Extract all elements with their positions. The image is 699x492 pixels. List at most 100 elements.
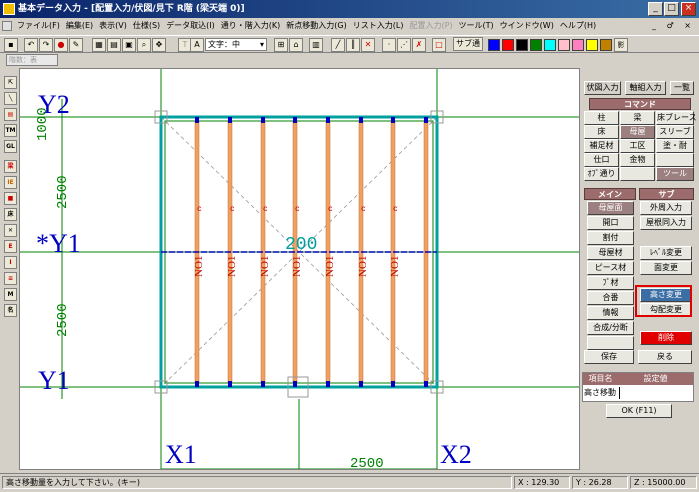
undo-icon[interactable]: ↶ [24, 38, 38, 52]
tool-m-icon[interactable]: M [4, 288, 17, 301]
save-button[interactable]: 保存 [584, 350, 634, 364]
hatch-icon[interactable]: ║ [346, 38, 360, 52]
cmd-floor-brace[interactable]: 床ブレース [656, 111, 697, 125]
tool-floor-icon[interactable]: 床 [4, 208, 17, 221]
preview-icon[interactable]: ▣ [122, 38, 136, 52]
shadow-icon[interactable]: 影 [614, 38, 628, 52]
cmd-sub-grid[interactable]: ｵﾌﾞ通り [584, 167, 619, 181]
tool-gl-icon[interactable]: GL [4, 140, 17, 153]
menu-place-input[interactable]: 配置入力(P) [406, 18, 455, 34]
plan-input-button[interactable]: 伏図入力 [584, 81, 621, 95]
minimize-button[interactable]: _ [648, 2, 663, 16]
color-swatch-red[interactable] [502, 39, 514, 51]
layer-select[interactable]: 階数：表 [6, 54, 58, 66]
main-piece[interactable]: ピース材 [587, 261, 634, 275]
tool-diagonal-icon[interactable]: ╲ [4, 92, 17, 105]
maximize-button[interactable]: □ [664, 2, 679, 16]
color-swatch-yellow[interactable] [586, 39, 598, 51]
stop-icon[interactable]: ● [54, 38, 68, 52]
menu-window[interactable]: ウインドウ(W) [497, 18, 557, 34]
pan-icon[interactable]: ✥ [152, 38, 166, 52]
color-swatch-magenta[interactable] [572, 39, 584, 51]
tool-beam-icon[interactable]: 梁 [4, 160, 17, 173]
cmd-beam[interactable]: 梁 [620, 111, 655, 125]
text-size-icon[interactable]: A [190, 38, 204, 52]
menu-file[interactable]: ファイル(F) [14, 18, 63, 34]
cmd-paint[interactable]: 塗・耐 [656, 139, 694, 153]
redo-icon[interactable]: ↷ [39, 38, 53, 52]
tool-tm-icon[interactable]: TM [4, 124, 17, 137]
mdi-controls[interactable]: _ ♂ × [652, 18, 695, 34]
sub-outer-input[interactable]: 外周入力 [640, 201, 692, 215]
list-button[interactable]: 一覧 [670, 81, 694, 95]
tool-select-icon[interactable]: ⇱ [4, 76, 17, 89]
font-size-select[interactable]: 文字：中 ▾ [205, 38, 267, 51]
main-purlin-face[interactable]: 母屋面 [587, 201, 634, 215]
color-swatch-green[interactable] [530, 39, 542, 51]
cmd-section[interactable]: 工区 [620, 139, 655, 153]
arch-icon[interactable]: ⌂ [289, 38, 303, 52]
tool-i-icon[interactable]: I [4, 256, 17, 269]
sub-grid-button[interactable]: サブ通 [453, 37, 483, 51]
cmd-tool[interactable]: ツール [656, 167, 694, 181]
dot-icon[interactable]: · [382, 38, 396, 52]
tool-e-icon[interactable]: E [4, 240, 17, 253]
tool-name-icon[interactable]: 名 [4, 304, 17, 317]
tool-stack-icon[interactable]: ≡ [4, 272, 17, 285]
delete-line-icon[interactable]: ✗ [412, 38, 426, 52]
cmd-column[interactable]: 柱 [584, 111, 619, 125]
menu-point-move[interactable]: 新点移動入力(G) [283, 18, 349, 34]
main-info[interactable]: 情報 [587, 306, 634, 320]
color-swatch-black[interactable] [516, 39, 528, 51]
tool-x-icon[interactable]: ✕ [4, 224, 17, 237]
main-purlin-material[interactable]: 母屋材 [587, 246, 634, 260]
menu-view[interactable]: 表示(V) [96, 18, 130, 34]
height-move-input[interactable] [619, 387, 692, 399]
frame-input-button[interactable]: 軸組入力 [625, 81, 666, 95]
box-icon[interactable]: □ [432, 38, 446, 52]
color-swatch-pink[interactable] [558, 39, 570, 51]
color-swatch-cyan[interactable] [544, 39, 556, 51]
line-icon[interactable]: ╱ [331, 38, 345, 52]
main-merge-split[interactable]: 合成/分断 [587, 321, 634, 335]
close-button[interactable]: × [681, 2, 696, 16]
color-swatch-blue[interactable] [488, 39, 500, 51]
cmd-purlin[interactable]: 母屋 [620, 125, 655, 139]
cmd-supplement[interactable]: 補足材 [584, 139, 619, 153]
main-opening[interactable]: 開口 [587, 216, 634, 230]
menu-import[interactable]: データ取込(I) [163, 18, 218, 34]
main-layout[interactable]: 割付 [587, 231, 634, 245]
tool-block-icon[interactable]: ■ [4, 192, 17, 205]
menu-tool[interactable]: ツール(T) [456, 18, 497, 34]
menu-list-input[interactable]: リスト入力(L) [350, 18, 407, 34]
cmd-sleeve[interactable]: スリーブ [656, 125, 694, 139]
menu-help[interactable]: ヘルプ(H) [557, 18, 599, 34]
sub-roof-input[interactable]: 屋根同入力 [640, 216, 692, 230]
main-match-no[interactable]: 合番 [587, 291, 634, 305]
drawing-canvas[interactable]: ccccccc NO1 NO1 NO1 NO1 NO1 NO1 NO1 Y2 *… [19, 68, 580, 470]
sub-level-change[interactable]: ﾚﾍﾞﾙ変更 [640, 246, 692, 260]
cmd-floor[interactable]: 床 [584, 125, 619, 139]
cmd-joint[interactable]: 仕口 [584, 153, 619, 167]
zoom-icon[interactable]: ⌕ [137, 38, 151, 52]
sub-delete[interactable]: 削除 [640, 331, 692, 345]
sub-face-change[interactable]: 面変更 [640, 261, 692, 275]
tool-ie-icon[interactable]: IE [4, 176, 17, 189]
ok-button[interactable]: OK (F11) [606, 404, 672, 418]
save-icon[interactable]: ▪ [4, 38, 18, 52]
diag-icon[interactable]: ⋰ [397, 38, 411, 52]
main-bu-material[interactable]: ﾌﾞ材 [587, 276, 634, 290]
doc-icon[interactable] [2, 20, 12, 31]
back-button[interactable]: 戻る [638, 350, 692, 364]
print-icon[interactable]: ▤ [107, 38, 121, 52]
menu-edit[interactable]: 編集(E) [63, 18, 96, 34]
grid-icon[interactable]: ▦ [92, 38, 106, 52]
pen-icon[interactable]: ✎ [69, 38, 83, 52]
cross-icon[interactable]: ✕ [361, 38, 375, 52]
color-swatch-brown[interactable] [600, 39, 612, 51]
cmd-hardware[interactable]: 金物 [620, 153, 655, 167]
table-icon[interactable]: ⊞ [274, 38, 288, 52]
calc-icon[interactable]: ▥ [309, 38, 323, 52]
tool-fill-icon[interactable]: ▤ [4, 108, 17, 121]
menu-spec[interactable]: 仕様(S) [130, 18, 163, 34]
